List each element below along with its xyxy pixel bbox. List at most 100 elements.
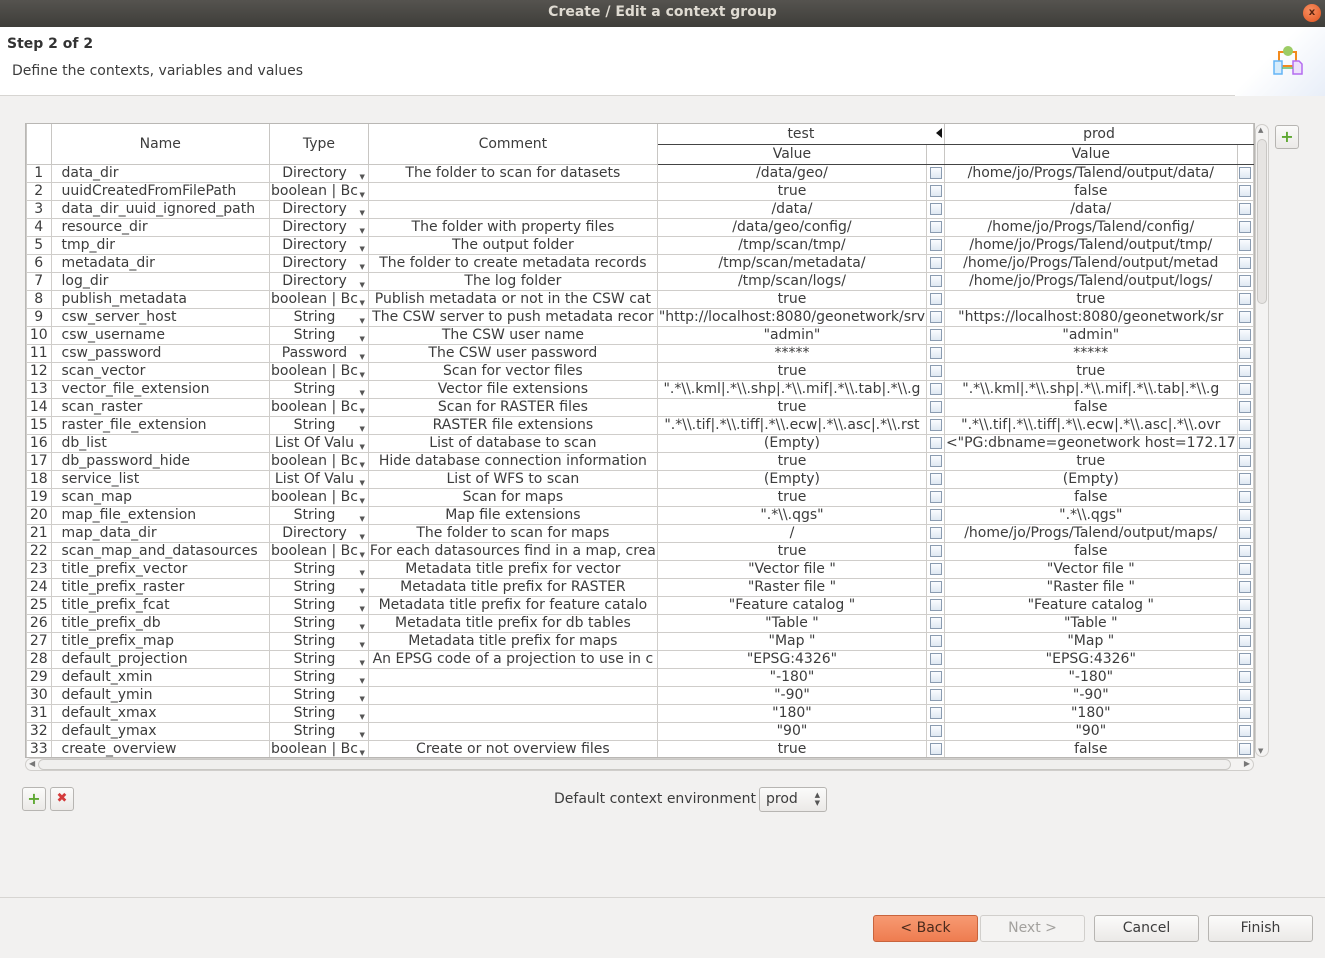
dropdown-arrow-icon[interactable]: ▼ [360,277,365,290]
prod-prompt-checkbox-cell[interactable] [1236,433,1254,453]
test-value-cell[interactable]: "Feature catalog " [656,595,928,615]
prompt-checkbox[interactable] [929,599,942,611]
dropdown-arrow-icon[interactable]: ▼ [360,421,365,434]
test-prompt-checkbox-cell[interactable] [926,703,945,723]
test-prompt-checkbox-cell[interactable] [926,325,945,345]
prod-prompt-checkbox-cell[interactable] [1236,415,1254,435]
prod-prompt-checkbox-cell[interactable] [1236,577,1254,597]
comment-cell[interactable]: For each datasources find in a map, crea [367,541,658,561]
test-prompt-checkbox-cell[interactable] [926,253,945,273]
prod-value-cell[interactable]: "https://localhost:8080/geonetwork/sr [943,307,1238,327]
type-cell[interactable]: boolean | Bc ▼ [269,181,369,201]
prod-value-cell[interactable]: "90" [943,721,1238,741]
context-header-prod[interactable]: prod [943,124,1254,145]
test-value-cell[interactable]: / [656,523,928,543]
prod-prompt-checkbox-cell[interactable] [1236,541,1254,561]
variable-name-cell[interactable]: scan_raster [50,397,271,417]
dropdown-arrow-icon[interactable]: ▼ [360,169,365,182]
comment-cell[interactable] [367,685,658,705]
type-cell[interactable]: List Of Valu ▼ [269,469,369,489]
prod-value-cell[interactable]: "Raster file " [943,577,1238,597]
prod-prompt-checkbox-cell[interactable] [1236,235,1254,255]
test-prompt-checkbox-cell[interactable] [926,613,945,633]
test-value-cell[interactable]: "EPSG:4326" [656,649,928,669]
prod-prompt-checkbox-cell[interactable] [1236,289,1254,309]
variable-name-cell[interactable]: data_dir [50,163,271,183]
prod-value-cell[interactable]: "180" [943,703,1238,723]
prompt-checkbox[interactable] [929,419,942,431]
prod-value-cell[interactable]: true [943,361,1238,381]
test-value-cell[interactable]: ".*\\.qgs" [656,505,928,525]
test-value-cell[interactable]: (Empty) [656,469,928,489]
comment-cell[interactable]: Hide database connection information [367,451,658,471]
prod-prompt-checkbox-cell[interactable] [1236,559,1254,579]
dropdown-arrow-icon[interactable]: ▼ [360,637,365,650]
test-value-cell[interactable]: "Vector file " [656,559,928,579]
comment-cell[interactable] [367,181,658,201]
comment-cell[interactable]: Scan for maps [367,487,658,507]
table-row[interactable]: 27 title_prefix_map String ▼ Metadata title … [26,631,1254,651]
type-cell[interactable]: String ▼ [269,613,369,633]
prod-prompt-checkbox-cell[interactable] [1236,469,1254,489]
prompt-checkbox[interactable] [929,581,942,593]
prod-prompt-checkbox-cell[interactable] [1236,199,1254,219]
variable-name-cell[interactable]: title_prefix_db [50,613,271,633]
dropdown-arrow-icon[interactable]: ▼ [360,439,365,452]
prod-prompt-checkbox-cell[interactable] [1236,595,1254,615]
comment-cell[interactable]: Metadata title prefix for db tables [367,613,658,633]
variable-name-cell[interactable]: map_file_extension [50,505,271,525]
variable-name-cell[interactable]: db_password_hide [50,451,271,471]
variable-name-cell[interactable]: data_dir_uuid_ignored_path [50,199,271,219]
table-row[interactable]: 31 default_xmax String ▼ "180" "180" [26,703,1254,723]
scroll-left-icon[interactable]: ◀ [29,759,35,768]
prod-prompt-checkbox-cell[interactable] [1236,343,1254,363]
variable-name-cell[interactable]: default_ymax [50,721,271,741]
prompt-checkbox[interactable] [929,545,942,557]
prompt-checkbox[interactable] [929,653,942,665]
type-cell[interactable]: Directory ▼ [269,217,369,237]
name-column-header[interactable]: Name [50,124,271,165]
prod-prompt-checkbox-cell[interactable] [1236,379,1254,399]
prompt-checkbox[interactable] [929,527,942,539]
prompt-checkbox[interactable] [929,293,942,305]
table-row[interactable]: 10 csw_username String ▼ The CSW user name "a… [26,325,1254,345]
type-cell[interactable]: String ▼ [269,703,369,723]
prod-prompt-checkbox-cell[interactable] [1236,667,1254,687]
type-cell[interactable]: boolean | Bc ▼ [269,451,369,471]
prompt-checkbox[interactable] [929,473,942,485]
test-value-cell[interactable]: "180" [656,703,928,723]
prompt-checkbox[interactable] [1239,383,1252,395]
variable-name-cell[interactable]: uuidCreatedFromFilePath [50,181,271,201]
variable-name-cell[interactable]: default_xmax [50,703,271,723]
dropdown-arrow-icon[interactable]: ▼ [360,205,365,218]
variable-name-cell[interactable]: scan_map [50,487,271,507]
test-prompt-checkbox-cell[interactable] [926,559,945,579]
comment-cell[interactable]: Map file extensions [367,505,658,525]
variable-name-cell[interactable]: title_prefix_raster [50,577,271,597]
test-prompt-checkbox-cell[interactable] [926,433,945,453]
dropdown-arrow-icon[interactable]: ▼ [360,475,365,488]
dropdown-arrow-icon[interactable]: ▼ [360,745,365,758]
variable-name-cell[interactable]: log_dir [50,271,271,291]
prod-value-cell[interactable]: /home/jo/Progs/Talend/output/maps/ [943,523,1238,543]
prompt-checkbox[interactable] [929,311,942,323]
prod-value-cell[interactable]: false [943,181,1238,201]
prompt-checkbox[interactable] [929,221,942,233]
prompt-checkbox[interactable] [1239,167,1252,179]
table-row[interactable]: 24 title_prefix_raster String ▼ Metadata tit… [26,577,1254,597]
test-prompt-checkbox-cell[interactable] [926,487,945,507]
prompt-checkbox[interactable] [1239,437,1252,449]
variable-name-cell[interactable]: raster_file_extension [50,415,271,435]
test-prompt-checkbox-cell[interactable] [926,163,945,183]
test-prompt-checkbox-cell[interactable] [926,541,945,561]
test-value-cell[interactable]: ***** [656,343,928,363]
dropdown-arrow-icon[interactable]: ▼ [360,619,365,632]
dropdown-arrow-icon[interactable]: ▼ [360,691,365,704]
test-value-cell[interactable]: "-90" [656,685,928,705]
prod-prompt-checkbox-cell[interactable] [1236,217,1254,237]
dropdown-arrow-icon[interactable]: ▼ [360,367,365,380]
table-row[interactable]: 22 scan_map_and_datasources boolean | Bc ▼ F… [26,541,1254,561]
prod-value-cell[interactable]: "EPSG:4326" [943,649,1238,669]
prod-prompt-checkbox-cell[interactable] [1236,163,1254,183]
comment-cell[interactable]: The output folder [367,235,658,255]
